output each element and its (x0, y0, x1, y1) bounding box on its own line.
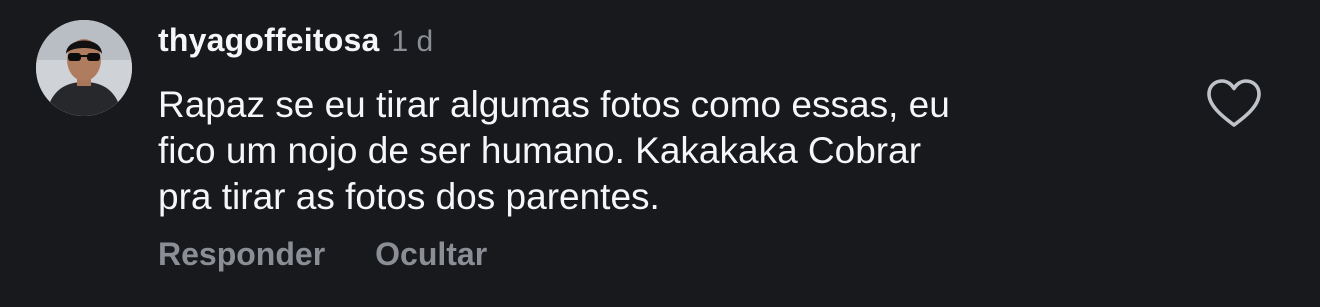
comment-text-line: Rapaz se eu tirar algumas fotos como ess… (158, 84, 950, 125)
hide-button[interactable]: Ocultar (375, 236, 487, 273)
avatar[interactable] (36, 20, 132, 116)
comment-item: thyagoffeitosa 1 d Rapaz se eu tirar alg… (0, 0, 1320, 307)
comment-text-line: fico um nojo de ser humano. Kakakaka Cob… (158, 130, 922, 171)
comment-actions: Responder Ocultar (158, 236, 487, 273)
heart-outline-icon (1207, 79, 1261, 127)
comment-text: Rapaz se eu tirar algumas fotos como ess… (158, 82, 1158, 220)
timestamp: 1 d (391, 25, 434, 58)
reply-button[interactable]: Responder (158, 236, 325, 273)
comment-text-line: pra tirar as fotos dos parentes. (158, 176, 660, 217)
username[interactable]: thyagoffeitosa (158, 22, 380, 59)
like-button[interactable] (1205, 77, 1263, 129)
avatar-photo (36, 20, 132, 116)
comment-header: thyagoffeitosa 1 d (158, 22, 433, 62)
